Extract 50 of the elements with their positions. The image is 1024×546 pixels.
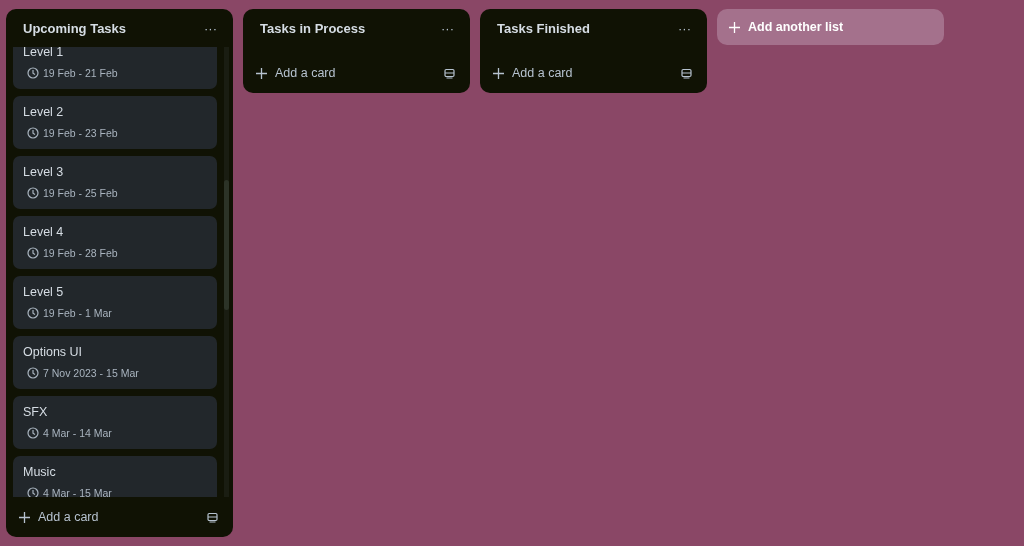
card-dates: 4 Mar - 15 Mar <box>43 487 112 497</box>
card-dates: 4 Mar - 14 Mar <box>43 427 112 439</box>
card-dates: 19 Feb - 21 Feb <box>43 67 118 79</box>
clock-icon <box>27 487 39 497</box>
list-title: Tasks Finished <box>497 20 590 36</box>
card-title: Level 3 <box>23 165 65 179</box>
clock-icon <box>27 247 39 259</box>
clock-icon <box>27 307 39 319</box>
clock-icon <box>27 367 39 379</box>
add-card-button[interactable]: Add a card <box>489 62 577 84</box>
card-title: Options UI <box>23 345 84 359</box>
template-icon[interactable] <box>207 511 218 523</box>
card-title: Level 2 <box>23 105 65 119</box>
clock-icon <box>27 127 39 139</box>
card-dates: 19 Feb - 25 Feb <box>43 187 118 199</box>
card-title: Level 4 <box>23 225 65 239</box>
list-menu-button[interactable]: ··· <box>676 20 693 36</box>
plus-icon <box>19 511 30 523</box>
task-card[interactable]: Level 1 19 Feb - 21 Feb <box>13 47 217 89</box>
plus-icon <box>493 67 504 79</box>
add-card-button[interactable]: Add a card <box>15 506 103 528</box>
template-icon[interactable] <box>681 67 692 79</box>
plus-icon <box>729 21 740 33</box>
task-card[interactable]: Level 2 19 Feb - 23 Feb <box>13 96 217 149</box>
clock-icon <box>27 67 39 79</box>
card-title: Level 1 <box>23 47 65 59</box>
template-icon[interactable] <box>444 67 455 79</box>
clock-icon <box>27 427 39 439</box>
plus-icon <box>256 67 267 79</box>
scrollbar-thumb[interactable] <box>224 180 229 310</box>
list-menu-button[interactable]: ··· <box>202 20 219 36</box>
list-menu-button[interactable]: ··· <box>439 20 456 36</box>
card-title: SFX <box>23 405 49 419</box>
card-dates: 19 Feb - 23 Feb <box>43 127 118 139</box>
card-title: Level 5 <box>23 285 65 299</box>
card-dates: 19 Feb - 1 Mar <box>43 307 112 319</box>
task-card[interactable]: Options UI 7 Nov 2023 - 15 Mar <box>13 336 217 389</box>
list-title: Upcoming Tasks <box>23 20 127 36</box>
task-card[interactable]: SFX 4 Mar - 14 Mar <box>13 396 217 449</box>
task-card[interactable]: Music 4 Mar - 15 Mar <box>13 456 217 497</box>
card-title: Music <box>23 465 57 479</box>
add-card-button[interactable]: Add a card <box>252 62 340 84</box>
task-card[interactable]: Level 5 19 Feb - 1 Mar <box>13 276 217 329</box>
card-dates: 7 Nov 2023 - 15 Mar <box>43 367 139 379</box>
card-dates: 19 Feb - 28 Feb <box>43 247 118 259</box>
clock-icon <box>27 187 39 199</box>
list-title: Tasks in Process <box>260 20 366 36</box>
task-card[interactable]: Level 3 19 Feb - 25 Feb <box>13 156 217 209</box>
add-list-button[interactable]: Add another list <box>717 9 944 45</box>
task-card[interactable]: Level 4 19 Feb - 28 Feb <box>13 216 217 269</box>
